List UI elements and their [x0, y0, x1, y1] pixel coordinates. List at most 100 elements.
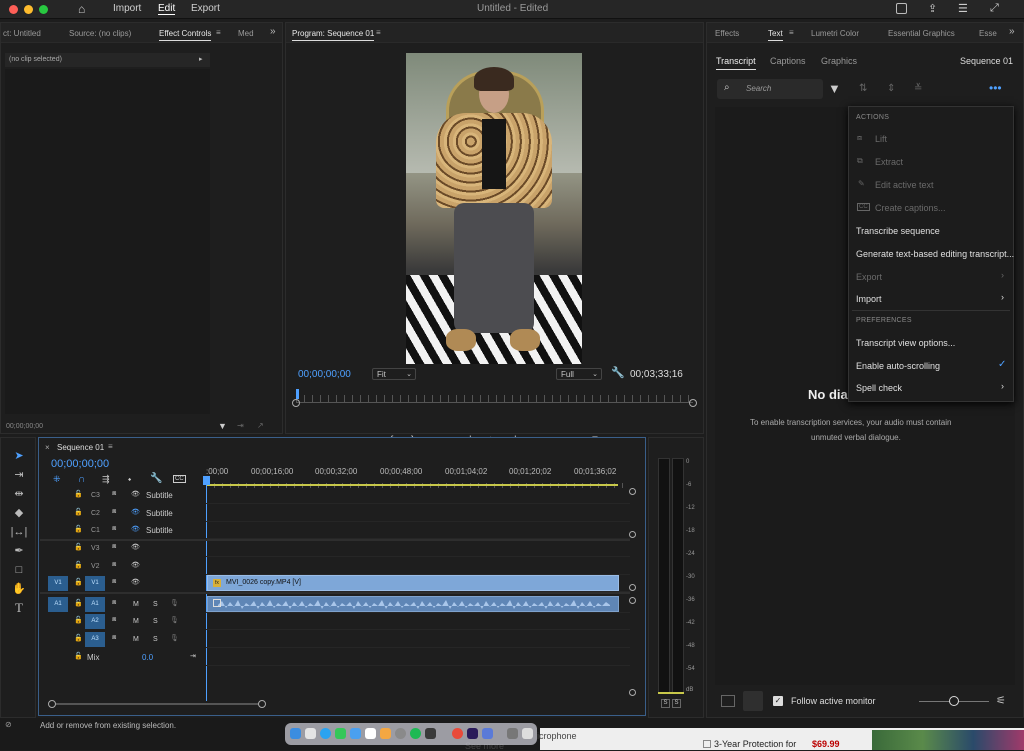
- expand-icon[interactable]: ▸: [199, 55, 203, 63]
- lock-icon[interactable]: 🔓: [74, 652, 83, 660]
- program-playhead[interactable]: [296, 389, 299, 399]
- solo-left-button[interactable]: S: [661, 699, 670, 708]
- text-panel-menu-icon[interactable]: ≡: [789, 28, 794, 37]
- more-tabs-icon[interactable]: »: [270, 26, 276, 37]
- eye-icon[interactable]: 👁: [131, 490, 140, 498]
- split-segment-icon[interactable]: ⇅: [859, 83, 867, 94]
- vertical-zoom-handle[interactable]: [629, 531, 636, 538]
- menu-edit[interactable]: Edit: [158, 3, 176, 15]
- downloads-icon[interactable]: [507, 728, 518, 739]
- menu-view-options[interactable]: Transcript view options...: [856, 338, 955, 348]
- microphone-icon[interactable]: 🎙: [170, 616, 179, 624]
- add-marker-icon[interactable]: ⬩: [128, 474, 131, 485]
- sync-lock-icon[interactable]: ⧈: [112, 578, 116, 586]
- calendar-icon[interactable]: [365, 728, 376, 739]
- program-menu-icon[interactable]: ≡: [376, 28, 381, 37]
- finder-icon[interactable]: [290, 728, 301, 739]
- fullscreen-icon[interactable]: ⤢: [990, 2, 999, 15]
- close-window-button[interactable]: [9, 5, 18, 14]
- menu-generate-transcript[interactable]: Generate text-based editing transcript..…: [856, 249, 1014, 259]
- export-frame-icon[interactable]: ⇥: [237, 421, 244, 430]
- microphone-icon[interactable]: 🎙: [170, 599, 179, 607]
- menu-export[interactable]: Export: [191, 3, 220, 14]
- tab-media[interactable]: Med: [238, 29, 254, 38]
- type-tool-icon[interactable]: T: [10, 600, 28, 616]
- ripple-edit-tool-icon[interactable]: ⇹: [10, 486, 28, 502]
- solo-button[interactable]: S: [153, 618, 158, 625]
- filter-icon[interactable]: ▼: [828, 81, 841, 96]
- snap-icon[interactable]: ∩: [78, 474, 85, 485]
- audio-track-row[interactable]: [206, 613, 630, 630]
- rectangle-tool-icon[interactable]: □: [10, 562, 28, 578]
- work-area-bar[interactable]: [206, 484, 618, 486]
- search-input[interactable]: ⌕ Search: [717, 79, 823, 99]
- video-track-row[interactable]: [206, 558, 630, 575]
- tab-source[interactable]: Source: (no clips): [69, 29, 131, 38]
- follow-monitor-checkbox[interactable]: ✓: [773, 696, 783, 706]
- font-size-slider[interactable]: [919, 696, 989, 706]
- wrench-icon[interactable]: 🔧: [150, 473, 162, 484]
- sync-lock-icon[interactable]: ⧈: [112, 490, 116, 498]
- settings-sliders-icon[interactable]: ⚟: [996, 694, 1006, 707]
- track-select-tool-icon[interactable]: ⇥: [10, 467, 28, 483]
- menu-transcribe[interactable]: Transcribe sequence: [856, 226, 940, 236]
- merge-segments-icon[interactable]: ⇕: [887, 83, 895, 94]
- slip-tool-icon[interactable]: |↔|: [10, 524, 28, 540]
- program-scrub-bar[interactable]: [292, 389, 697, 407]
- mix-value[interactable]: 0.0: [142, 653, 153, 662]
- progress-icon[interactable]: ☰: [958, 2, 968, 15]
- app2-icon[interactable]: [482, 728, 493, 739]
- home-icon[interactable]: ⌂: [78, 2, 85, 16]
- track-target-a2[interactable]: A2: [85, 614, 105, 629]
- tab-effects[interactable]: Effects: [715, 29, 739, 38]
- captions-icon[interactable]: [721, 695, 735, 707]
- tab-effect-controls[interactable]: Effect Controls: [159, 29, 212, 41]
- lock-icon[interactable]: 🔓: [74, 490, 83, 498]
- align-icon[interactable]: ≚: [914, 83, 922, 94]
- settings-wrench-icon[interactable]: 🔧: [611, 366, 625, 379]
- program-timecode[interactable]: 00;00;00;00: [298, 369, 351, 380]
- scroll-handle-right[interactable]: [258, 700, 266, 708]
- go-to-end-icon[interactable]: ⇥: [190, 652, 196, 660]
- subtab-transcript[interactable]: Transcript: [716, 56, 756, 70]
- track-target-v1[interactable]: V1: [85, 576, 105, 591]
- vertical-zoom-handle[interactable]: [629, 584, 636, 591]
- nest-icon[interactable]: ⁜: [53, 474, 61, 485]
- menu-spell-check[interactable]: Spell check: [856, 383, 902, 393]
- menu-extract[interactable]: Extract: [875, 157, 903, 167]
- slider-thumb[interactable]: [949, 696, 959, 706]
- more-tabs-icon[interactable]: »: [1009, 26, 1015, 37]
- caption-track-row[interactable]: [206, 522, 630, 539]
- vertical-zoom-handle[interactable]: [629, 689, 636, 696]
- playhead-handle[interactable]: [203, 476, 210, 485]
- app-icon[interactable]: [425, 728, 436, 739]
- lock-icon[interactable]: 🔓: [74, 578, 83, 586]
- scrub-end-handle[interactable]: [689, 399, 697, 407]
- linked-selection-icon[interactable]: ⇶: [102, 474, 110, 485]
- menu-edit-text[interactable]: Edit active text: [875, 180, 934, 190]
- lock-icon[interactable]: 🔓: [74, 616, 83, 624]
- more-options-icon[interactable]: •••: [989, 81, 1002, 95]
- audio-clip[interactable]: [207, 596, 619, 612]
- vertical-zoom-handle[interactable]: [629, 597, 636, 604]
- share-icon[interactable]: ⇪: [928, 2, 937, 15]
- lock-icon[interactable]: 🔓: [74, 525, 83, 533]
- microphone-icon[interactable]: 🎙: [170, 634, 179, 642]
- horizontal-scrollbar[interactable]: [48, 700, 266, 708]
- close-tab-icon[interactable]: ×: [45, 443, 50, 452]
- solo-button[interactable]: S: [153, 636, 158, 643]
- video-track-row[interactable]: [206, 540, 630, 557]
- timeline-timecode[interactable]: 00;00;00;00: [51, 458, 109, 470]
- spotify-icon[interactable]: [410, 728, 421, 739]
- lock-icon[interactable]: 🔓: [74, 543, 83, 551]
- lock-icon[interactable]: 🔓: [74, 634, 83, 642]
- sync-lock-icon[interactable]: ⧈: [112, 525, 116, 533]
- selection-tool-icon[interactable]: ➤: [10, 448, 28, 464]
- settings-icon[interactable]: [395, 728, 406, 739]
- tab-essential-graphics[interactable]: Essential Graphics: [888, 29, 955, 38]
- eye-off-icon[interactable]: 👁: [131, 525, 140, 533]
- razor-tool-icon[interactable]: ◆: [10, 505, 28, 521]
- tab-project[interactable]: ct: Untitled: [3, 29, 41, 38]
- program-title[interactable]: Program: Sequence 01: [292, 29, 375, 41]
- lock-icon[interactable]: 🔓: [74, 508, 83, 516]
